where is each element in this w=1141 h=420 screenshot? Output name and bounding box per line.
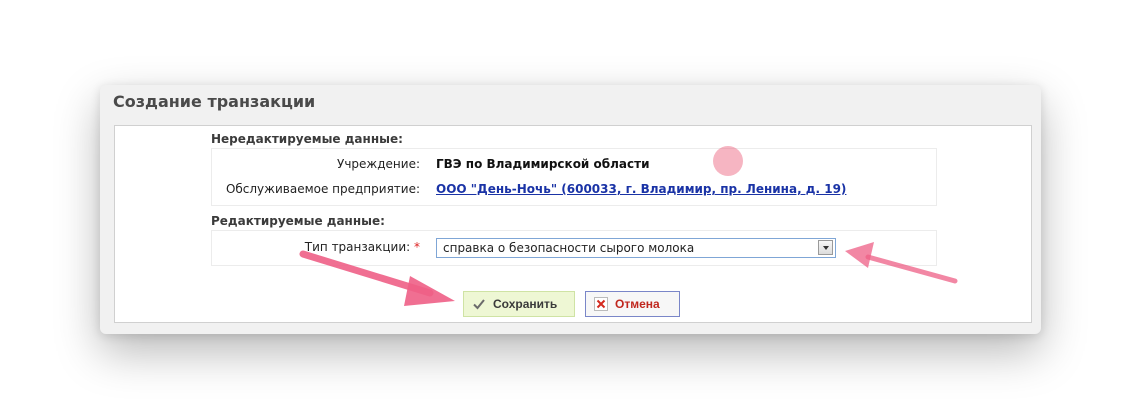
- transaction-type-selected-value: справка о безопасности сырого молока: [443, 241, 695, 255]
- save-button-label: Сохранить: [493, 297, 558, 311]
- editable-fieldset: Тип транзакции: * справка о безопасности…: [211, 230, 937, 266]
- enterprise-label: Обслуживаемое предприятие:: [225, 182, 420, 196]
- transaction-type-label-text: Тип транзакции:: [304, 240, 411, 254]
- enterprise-link[interactable]: ООО "День-Ночь" (600033, г. Владимир, пр…: [436, 182, 846, 196]
- screenshot-stage: Создание транзакции Нередактируемые данн…: [0, 0, 1141, 420]
- dialog-body: Нередактируемые данные: Учреждение: ГВЭ …: [114, 125, 1032, 323]
- save-button[interactable]: Сохранить: [463, 291, 575, 317]
- institution-label: Учреждение:: [337, 157, 420, 171]
- editable-section-title: Редактируемые данные:: [211, 214, 385, 228]
- x-icon: [594, 297, 608, 311]
- create-transaction-dialog: Создание транзакции Нередактируемые данн…: [100, 85, 1041, 334]
- cancel-button-label: Отмена: [615, 297, 660, 311]
- readonly-section-title: Нередактируемые данные:: [211, 132, 403, 146]
- cancel-button[interactable]: Отмена: [585, 291, 680, 317]
- dialog-title: Создание транзакции: [113, 92, 316, 111]
- chevron-down-icon[interactable]: [818, 240, 833, 255]
- institution-value: ГВЭ по Владимирской области: [436, 157, 650, 171]
- readonly-fieldset: Учреждение: ГВЭ по Владимирской области …: [211, 148, 937, 206]
- transaction-type-select[interactable]: справка о безопасности сырого молока: [436, 238, 836, 258]
- required-mark: *: [414, 240, 420, 254]
- check-icon: [472, 297, 486, 311]
- transaction-type-label: Тип транзакции: *: [305, 240, 420, 254]
